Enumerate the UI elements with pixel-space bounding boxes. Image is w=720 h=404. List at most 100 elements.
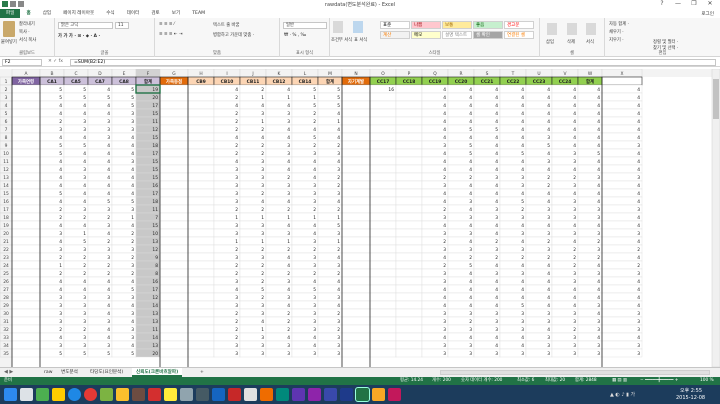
cell[interactable] [187, 244, 215, 254]
tab-page-layout[interactable]: 페이지 레이아웃 [57, 9, 100, 18]
cell[interactable] [187, 276, 215, 286]
cell[interactable] [369, 100, 397, 110]
cell[interactable] [341, 308, 371, 318]
cell[interactable] [159, 196, 189, 206]
cell[interactable] [395, 316, 423, 326]
cell[interactable] [395, 284, 423, 294]
cell[interactable] [159, 124, 189, 134]
cell[interactable] [601, 220, 643, 230]
cell[interactable] [395, 188, 423, 198]
cell[interactable] [601, 300, 643, 310]
sheet-tab-reliability[interactable]: 신뢰도(크론바흐알파) [132, 368, 183, 377]
cell[interactable] [341, 180, 371, 190]
cell[interactable] [601, 276, 643, 286]
format-as-table-button[interactable]: 표 서식 [354, 37, 367, 43]
cell[interactable] [341, 212, 371, 222]
cell[interactable] [11, 204, 41, 214]
cell[interactable] [187, 260, 215, 270]
cell[interactable] [187, 100, 215, 110]
cell[interactable] [601, 204, 643, 214]
cell[interactable] [395, 228, 423, 238]
cell[interactable] [187, 188, 215, 198]
cell[interactable] [187, 228, 215, 238]
cell[interactable] [159, 236, 189, 246]
app6-icon[interactable] [196, 388, 209, 401]
cell[interactable] [395, 220, 423, 230]
cell[interactable] [11, 84, 41, 94]
name-box[interactable]: F2 [2, 59, 42, 66]
paste-icon[interactable] [3, 21, 15, 37]
cell[interactable] [601, 100, 643, 110]
cell[interactable] [369, 116, 397, 126]
tab-file[interactable]: 파일 [0, 9, 21, 18]
cell-style-8[interactable]: 셀 확인 [473, 31, 503, 39]
app11-icon[interactable] [276, 388, 289, 401]
cell[interactable] [11, 140, 41, 150]
align-top-icon[interactable]: ≡ ≡ ≡ ⁄ [159, 22, 175, 27]
cell[interactable] [369, 220, 397, 230]
cell[interactable] [341, 188, 371, 198]
cell[interactable] [369, 284, 397, 294]
cell[interactable] [341, 92, 371, 102]
cell[interactable] [369, 124, 397, 134]
cell-style-5[interactable]: 계산 [380, 31, 410, 39]
cell[interactable] [11, 348, 41, 358]
cell-style-4[interactable]: 경고문 [504, 21, 534, 29]
app15-icon[interactable] [372, 388, 385, 401]
cell[interactable] [159, 220, 189, 230]
tab-review[interactable]: 검토 [145, 9, 165, 18]
cell[interactable] [187, 92, 215, 102]
cell[interactable] [159, 316, 189, 326]
app8-icon[interactable] [228, 388, 241, 401]
cell-style-9[interactable]: 연결된 셀 [504, 31, 534, 39]
cell[interactable] [159, 276, 189, 286]
cell-style-0[interactable]: 표준 [380, 21, 410, 29]
cell[interactable] [369, 108, 397, 118]
cell[interactable] [601, 316, 643, 326]
copy-button[interactable]: 복사 · [19, 29, 30, 35]
cell[interactable] [159, 132, 189, 142]
number-format-select[interactable]: 일반 [283, 22, 327, 29]
cell[interactable] [187, 252, 215, 262]
cell[interactable] [159, 284, 189, 294]
cell[interactable] [395, 292, 423, 302]
cell[interactable] [187, 116, 215, 126]
sheet-tab-validity[interactable]: 타당도(요인분석) [86, 368, 127, 377]
app5-icon[interactable] [180, 388, 193, 401]
cell[interactable] [11, 244, 41, 254]
cell[interactable] [341, 348, 371, 358]
cell[interactable] [341, 204, 371, 214]
tab-formulas[interactable]: 수식 [100, 9, 120, 18]
cell[interactable] [187, 332, 215, 342]
cell[interactable] [395, 172, 423, 182]
cell[interactable] [369, 252, 397, 262]
cell[interactable] [369, 132, 397, 142]
cell[interactable] [159, 308, 189, 318]
app13-icon[interactable] [308, 388, 321, 401]
cell[interactable] [11, 220, 41, 230]
cell[interactable] [11, 164, 41, 174]
cell[interactable] [159, 140, 189, 150]
tab-insert[interactable]: 삽입 [37, 9, 57, 18]
cell[interactable] [159, 244, 189, 254]
autosum-button[interactable]: 자동 합계 · [609, 21, 629, 27]
cell[interactable] [159, 340, 189, 350]
excel-icon[interactable] [355, 387, 370, 402]
cell[interactable] [159, 324, 189, 334]
cell[interactable] [187, 204, 215, 214]
cell[interactable] [395, 212, 423, 222]
cell[interactable] [159, 116, 189, 126]
cell[interactable] [187, 340, 215, 350]
cell[interactable] [395, 156, 423, 166]
cell[interactable] [369, 156, 397, 166]
cell[interactable] [341, 300, 371, 310]
cell[interactable] [11, 236, 41, 246]
cell[interactable] [395, 108, 423, 118]
cell[interactable] [11, 316, 41, 326]
cell-style-2[interactable]: 보통 [442, 21, 472, 29]
cell[interactable] [187, 316, 215, 326]
cell[interactable] [11, 92, 41, 102]
cell[interactable] [187, 140, 215, 150]
cell[interactable] [11, 124, 41, 134]
cell[interactable] [187, 284, 215, 294]
